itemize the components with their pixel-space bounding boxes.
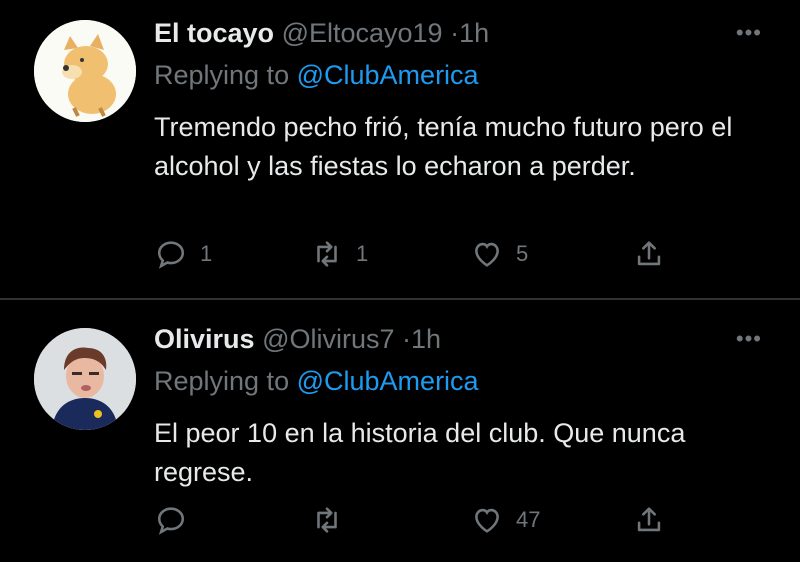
like-button[interactable]: 5: [470, 234, 528, 274]
profile-photo-icon: [34, 328, 136, 430]
like-count: 5: [516, 241, 529, 266]
like-count: 47: [516, 507, 541, 532]
tweet-header: Olivirus @Olivirus7 ·1h: [154, 324, 441, 355]
timestamp[interactable]: 1h: [459, 18, 489, 48]
replying-label: Replying to: [154, 366, 290, 396]
retweet-icon: [317, 507, 337, 533]
author-handle[interactable]: @Olivirus7: [262, 324, 394, 354]
more-options-icon[interactable]: •••: [736, 20, 762, 46]
more-options-icon[interactable]: •••: [736, 326, 762, 352]
like-button[interactable]: 47: [470, 500, 540, 540]
share-icon: [637, 507, 661, 532]
separator-dot: ·: [402, 324, 412, 354]
tweet-header: El tocayo @Eltocayo19 ·1h: [154, 18, 489, 49]
timestamp[interactable]: 1h: [411, 324, 441, 354]
reply-count: 1: [200, 241, 213, 266]
share-button[interactable]: [632, 234, 666, 274]
reply-button[interactable]: 1: [154, 234, 212, 274]
share-icon: [637, 241, 661, 266]
doge-avatar-icon: [34, 20, 136, 122]
reply-icon: [157, 507, 185, 535]
retweet-count: 1: [356, 241, 369, 266]
author-name[interactable]: El tocayo: [154, 18, 274, 48]
tweet-text: Tremendo pecho frió, tenía mucho futuro …: [154, 112, 733, 181]
mention-link[interactable]: @ClubAmerica: [297, 60, 479, 90]
replying-to: Replying to @ClubAmerica: [154, 60, 479, 91]
separator-dot: ·: [450, 18, 460, 48]
tweet[interactable]: Olivirus @Olivirus7 ·1h ••• Replying to …: [0, 300, 800, 562]
like-icon: [475, 242, 499, 267]
tweet-actions: 1 1 5: [154, 234, 694, 274]
tweet-actions: 47: [154, 500, 694, 540]
share-button[interactable]: [632, 500, 666, 540]
retweet-button[interactable]: 1: [310, 234, 368, 274]
tweet[interactable]: El tocayo @Eltocayo19 ·1h ••• Replying t…: [0, 0, 800, 298]
avatar[interactable]: [34, 328, 136, 430]
retweet-icon: [317, 241, 337, 267]
avatar[interactable]: [34, 20, 136, 122]
mention-link[interactable]: @ClubAmerica: [297, 366, 479, 396]
replying-label: Replying to: [154, 60, 290, 90]
tweet-text: El peor 10 en la historia del club. Que …: [154, 418, 686, 487]
reply-icon: [157, 241, 185, 269]
retweet-button[interactable]: [310, 500, 356, 540]
like-icon: [475, 508, 499, 533]
replying-to: Replying to @ClubAmerica: [154, 366, 479, 397]
author-name[interactable]: Olivirus: [154, 324, 255, 354]
reply-button[interactable]: [154, 500, 200, 540]
author-handle[interactable]: @Eltocayo19: [282, 18, 443, 48]
